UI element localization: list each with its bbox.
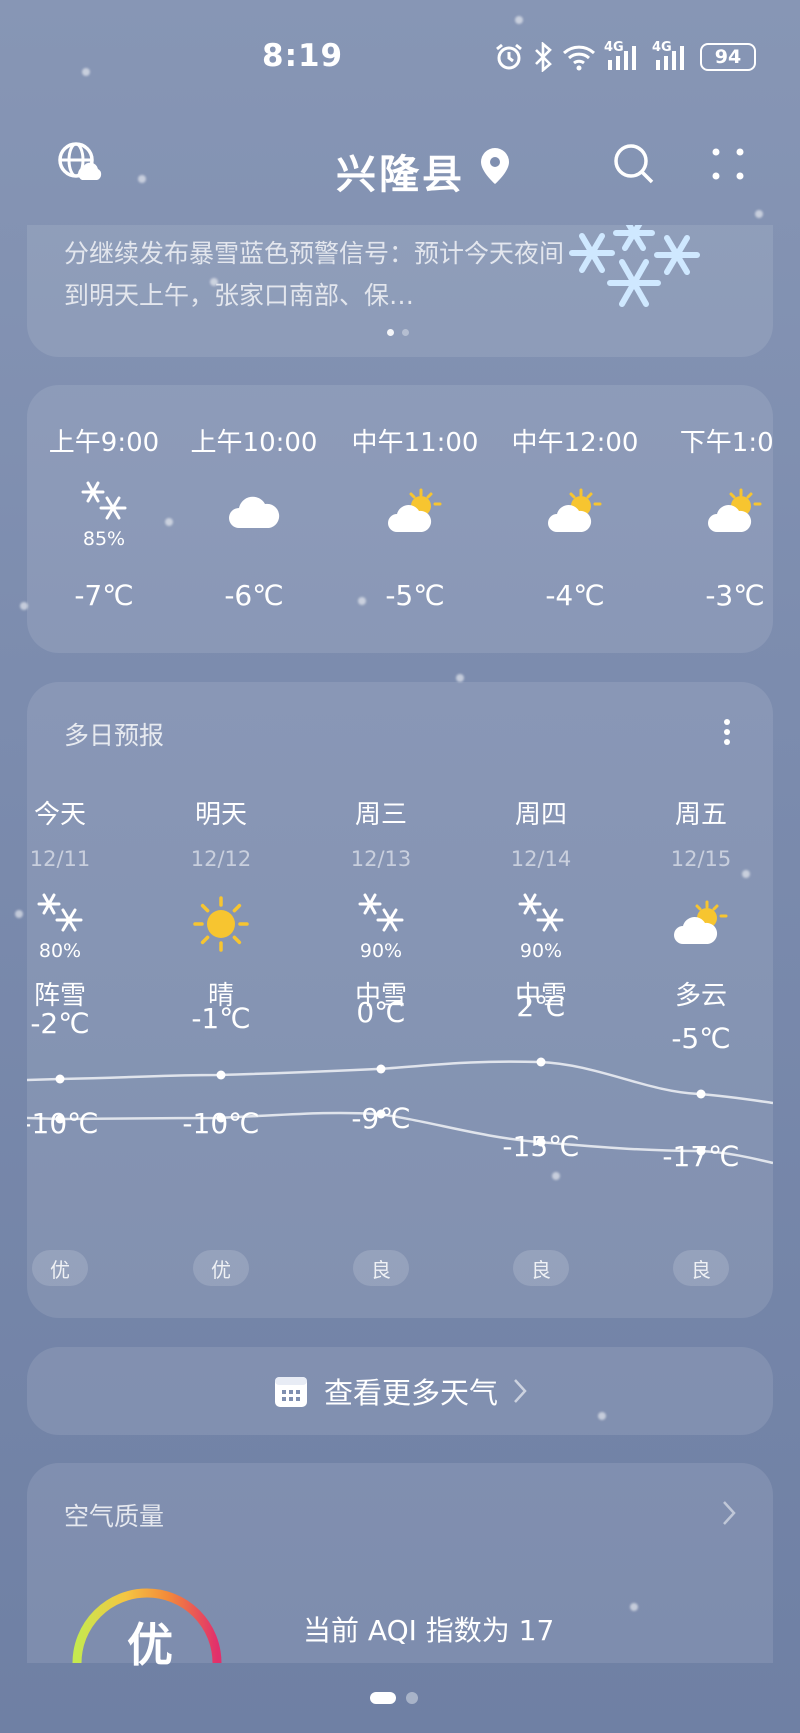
multi-day-forecast-card[interactable]: 多日预报 今天 12/11 80% 阵雪 明天 12/12 晴周三 12/13 9… xyxy=(27,682,773,1318)
status-time: 8:19 xyxy=(262,38,344,74)
more-weather-button[interactable]: 查看更多天气 xyxy=(27,1347,773,1435)
hourly-item: 上午9:00 85% -7℃ xyxy=(29,422,179,612)
hour-time: 上午9:00 xyxy=(48,428,160,458)
high-temp: 0℃ xyxy=(356,996,406,1029)
hour-temp: -3℃ xyxy=(705,579,765,612)
chevron-right-icon xyxy=(723,1501,736,1525)
signal-icon: 4G xyxy=(604,40,644,72)
high-temp: -1℃ xyxy=(191,1002,251,1035)
more-menu-icon[interactable] xyxy=(710,146,746,182)
snow-icon xyxy=(78,478,130,530)
city-name[interactable]: 兴隆县 xyxy=(336,142,465,200)
high-temp: 2℃ xyxy=(516,990,566,1023)
cloud-icon xyxy=(227,492,281,536)
hour-time: 下午1:00 xyxy=(679,428,773,458)
calendar-icon xyxy=(274,1377,307,1407)
status-bar: 8:19 4G 4G 94 xyxy=(0,0,800,115)
precip-chance: 85% xyxy=(82,528,126,550)
aqi-badge: 良 xyxy=(353,1250,409,1286)
location-pin-icon xyxy=(481,148,509,184)
hour-temp: -7℃ xyxy=(74,579,134,612)
high-temp: -2℃ xyxy=(30,1007,90,1040)
aqi-badge: 优 xyxy=(32,1250,88,1286)
hour-temp: -4℃ xyxy=(545,579,605,612)
hour-temp: -5℃ xyxy=(385,579,445,612)
aqi-level: 优 xyxy=(127,1618,173,1672)
hourly-item: 中午12:00 -4℃ xyxy=(500,422,650,612)
signal-icon-2: 4G xyxy=(652,40,692,72)
alert-text: 分继续发布暴雪蓝色预警信号：预计今天夜间到明天上午，张家口南部、保… xyxy=(64,239,565,310)
low-temp: -10℃ xyxy=(182,1107,260,1140)
status-icons: 4G 4G 94 xyxy=(494,40,756,72)
partly-cloudy-icon xyxy=(387,488,443,540)
hour-time: 上午10:00 xyxy=(190,428,318,458)
hourly-item: 上午10:00 -6℃ xyxy=(179,422,329,612)
snowflake-warning-icon xyxy=(569,225,700,307)
aqi-badge: 良 xyxy=(673,1250,729,1286)
wifi-icon xyxy=(562,45,596,71)
hour-temp: -6℃ xyxy=(224,579,284,612)
more-weather-label: 查看更多天气 xyxy=(323,1376,498,1410)
hour-time: 中午12:00 xyxy=(511,428,639,458)
battery-indicator: 94 xyxy=(700,43,756,71)
aqi-badge: 优 xyxy=(193,1250,249,1286)
hour-time: 中午11:00 xyxy=(351,428,479,458)
chevron-right-icon xyxy=(514,1379,527,1403)
low-temp: -17℃ xyxy=(662,1140,740,1173)
partly-cloudy-icon xyxy=(547,488,603,540)
bluetooth-icon xyxy=(535,42,552,72)
high-temp: -5℃ xyxy=(671,1022,731,1055)
low-temp: -9℃ xyxy=(351,1102,411,1135)
aqi-text: 当前 AQI 指数为 17 xyxy=(303,1614,555,1647)
alarm-icon xyxy=(496,43,522,70)
search-icon[interactable] xyxy=(612,142,656,186)
partly-cloudy-icon xyxy=(707,488,763,540)
alert-pager xyxy=(387,329,409,336)
app-header: 兴隆县 xyxy=(0,130,800,200)
low-temp: -10℃ xyxy=(27,1107,99,1140)
hourly-forecast-card[interactable]: 上午9:00 85% -7℃ 上午10:00 -6℃ 中午11:00 -5℃ 中午12… xyxy=(27,385,773,653)
air-quality-card[interactable]: 空气质量 优 当前 AQI 指数为 17 xyxy=(27,1463,773,1672)
hourly-item: 下午1:00 -3℃ xyxy=(660,422,773,612)
city-manage-icon[interactable] xyxy=(56,140,102,186)
page-indicator xyxy=(370,1692,418,1704)
weather-alert-card[interactable]: 分继续发布暴雪蓝色预警信号：预计今天夜间到明天上午，张家口南部、保… xyxy=(27,225,773,357)
aqi-badge: 良 xyxy=(513,1250,569,1286)
low-temp: -15℃ xyxy=(502,1130,580,1163)
air-quality-title: 空气质量 xyxy=(64,1502,165,1531)
hourly-item: 中午11:00 -5℃ xyxy=(340,422,490,612)
